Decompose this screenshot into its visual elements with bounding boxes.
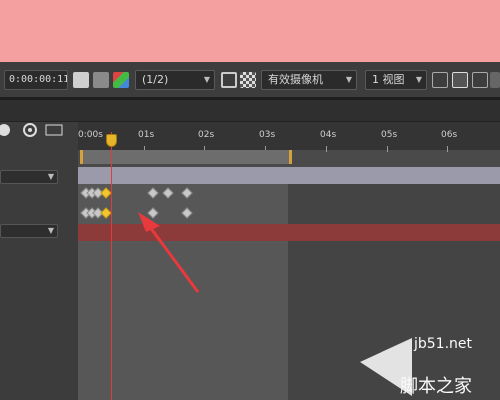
chevron-down-icon: ▼: [203, 75, 210, 84]
timecode-field[interactable]: 0:00:00:11: [4, 70, 68, 90]
pink-banner: [0, 0, 500, 62]
watermark-name: 脚本之家: [400, 376, 472, 397]
region-of-interest-icon[interactable]: [221, 72, 237, 88]
transparency-grid-icon[interactable]: [240, 72, 256, 88]
view-layout-value: 1 视图: [372, 73, 405, 86]
tick-label: 04s: [320, 130, 337, 140]
tick-label: 01s: [138, 130, 155, 140]
channel-icon[interactable]: [113, 72, 129, 88]
tick-label: 02s: [198, 130, 215, 140]
selected-layer-bar[interactable]: [78, 224, 500, 241]
solo-icon: [0, 124, 10, 136]
view-layout-dropdown[interactable]: 1 视图 ▼: [365, 70, 427, 90]
snapshot-icon[interactable]: [73, 72, 89, 88]
viewer-toolbar: 0:00:00:11 (1/2) ▼ 有效摄像机 ▼ 1 视图 ▼: [0, 62, 500, 100]
keyframe-area: [78, 184, 288, 400]
resolution-dropdown[interactable]: (1/2) ▼: [135, 70, 215, 90]
time-ruler[interactable]: 0:00s 01s 02s 03s 04s 05s 06s: [78, 122, 500, 152]
timeline-header-bar: [0, 100, 500, 122]
playhead-line: [111, 132, 112, 400]
fast-preview-icon[interactable]: [452, 72, 468, 88]
chevron-down-icon: ▼: [345, 75, 352, 84]
layer-duration-bar[interactable]: [78, 167, 500, 184]
camera-value: 有效摄像机: [268, 73, 323, 86]
timeline-switches: [0, 123, 63, 137]
layer-mode-dropdown[interactable]: ▼: [0, 170, 58, 184]
playhead-handle[interactable]: [106, 134, 117, 147]
tick-label: 06s: [441, 130, 458, 140]
show-snapshot-icon[interactable]: [93, 72, 109, 88]
camera-dropdown[interactable]: 有效摄像机 ▼: [261, 70, 357, 90]
flowchart-icon[interactable]: [490, 72, 500, 88]
chevron-down-icon: ▼: [47, 172, 54, 181]
tick-label: 05s: [381, 130, 398, 140]
tick-label: 0:00s: [78, 130, 103, 140]
layer-controls-panel: ▼ ▼: [0, 122, 78, 400]
tick-label: 03s: [259, 130, 276, 140]
layer-mode-dropdown-2[interactable]: ▼: [0, 224, 58, 238]
timeline-toggle-icon[interactable]: [472, 72, 488, 88]
chevron-down-icon: ▼: [47, 226, 54, 235]
pixel-aspect-icon[interactable]: [432, 72, 448, 88]
site-watermark: jb51.net 脚本之家: [356, 332, 500, 400]
resolution-value: (1/2): [142, 73, 169, 86]
graph-editor-icon: [45, 124, 63, 136]
watermark-url: jb51.net: [414, 336, 473, 352]
chevron-down-icon: ▼: [415, 75, 422, 84]
